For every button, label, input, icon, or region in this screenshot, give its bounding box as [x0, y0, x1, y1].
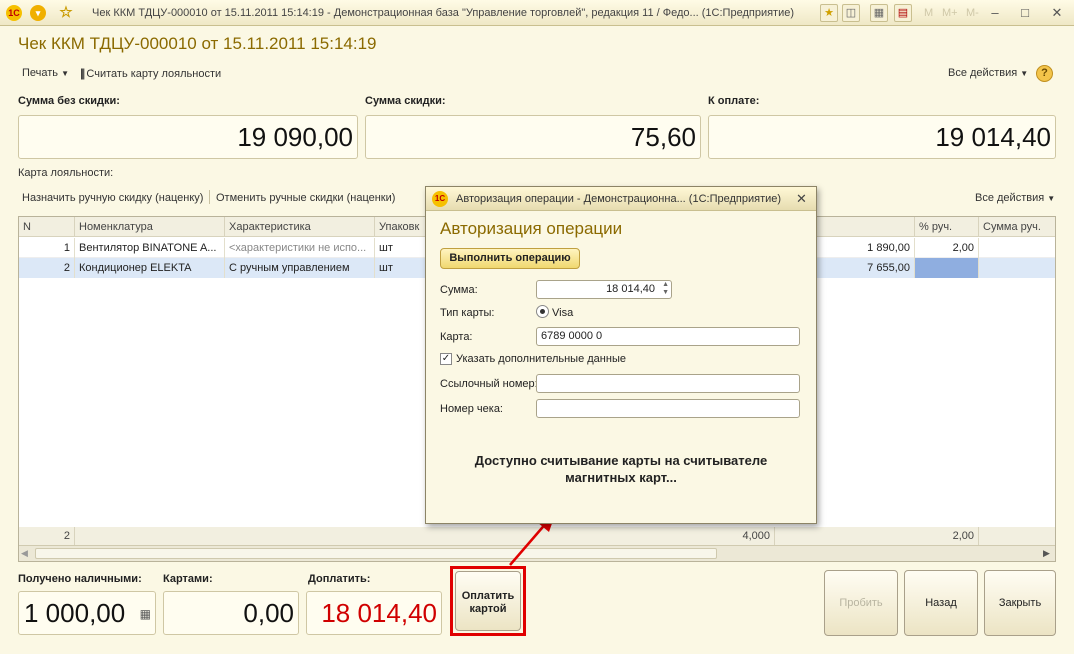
dialog-sum-field[interactable]: 18 014,40 ▲ ▼	[536, 280, 672, 299]
card-reader-message: Доступно считывание карты на считывателе…	[474, 453, 768, 485]
dialog-app-icon: 1С	[432, 191, 448, 207]
dialog-close-icon[interactable]: ✕	[796, 191, 807, 207]
card-type-value: Visa	[552, 307, 574, 319]
extra-data-checkbox[interactable]: ✓	[440, 353, 452, 365]
dialog-sum-value: 18 014,40	[606, 283, 655, 295]
receipt-number-label: Номер чека:	[440, 403, 503, 415]
card-type-radio[interactable]	[536, 305, 549, 318]
receipt-number-field[interactable]	[536, 399, 800, 418]
card-number-field[interactable]: 6789 0000 0	[536, 327, 800, 346]
dialog-heading: Авторизация операции	[440, 219, 623, 238]
card-type-label: Тип карты:	[440, 307, 495, 319]
radio-dot	[540, 309, 545, 314]
dialog-sum-label: Сумма:	[440, 284, 478, 296]
execute-operation-button[interactable]: Выполнить операцию	[440, 248, 580, 269]
card-label: Карта:	[440, 331, 473, 343]
ref-number-label: Ссылочный номер:	[440, 378, 538, 390]
authorization-dialog: 1С Авторизация операции - Демонстрационн…	[425, 186, 817, 524]
extra-data-label: Указать дополнительные данные	[456, 353, 626, 365]
spinner-icon[interactable]: ▲ ▼	[662, 281, 669, 297]
dialog-titlebar: 1С Авторизация операции - Демонстрационн…	[426, 187, 816, 211]
ref-number-field[interactable]	[536, 374, 800, 393]
dialog-title: Авторизация операции - Демонстрационна..…	[456, 193, 782, 205]
